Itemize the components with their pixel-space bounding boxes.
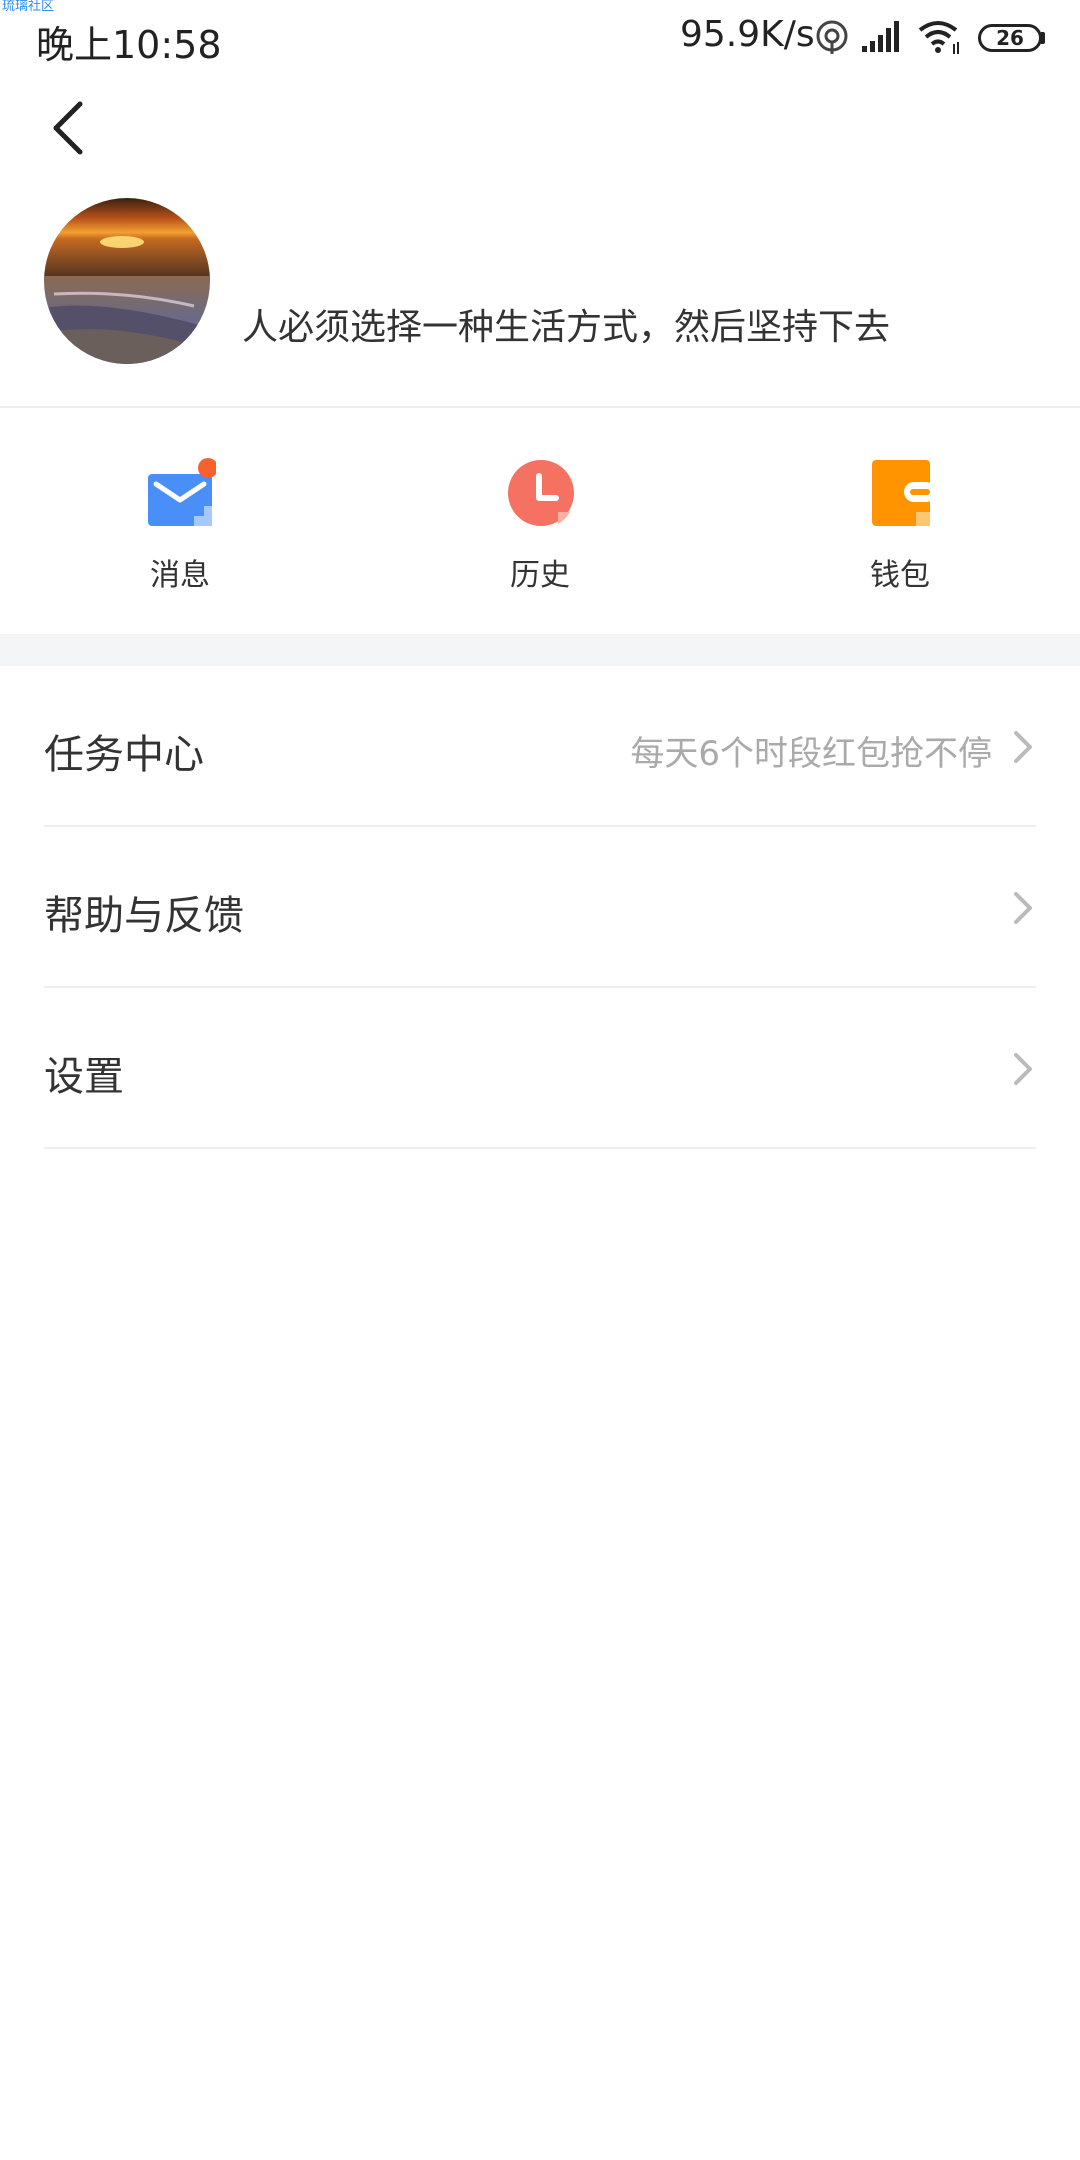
profile-motto: 人必须选择一种生活方式，然后坚持下去 (242, 307, 891, 348)
clock-icon (508, 460, 574, 526)
battery-tip (1041, 32, 1045, 44)
menu-item-label: 设置 (44, 1054, 124, 1100)
menu-item-hint: 每天6个时段红包抢不停 (630, 734, 992, 774)
chevron-right-icon (1014, 892, 1032, 924)
section-gap (0, 634, 1080, 666)
chevron-left-icon (53, 101, 83, 155)
menu-item-task-center[interactable]: 任务中心 每天6个时段红包抢不停 (0, 666, 1080, 827)
mail-icon (148, 458, 216, 526)
quick-action-label: 消息 (150, 558, 210, 593)
avatar[interactable] (44, 198, 210, 364)
quick-action-wallet[interactable]: 钱包 (800, 458, 1000, 598)
status-bar: 晚上10:58 95.9K/s 26 (0, 0, 1080, 80)
quick-action-label: 钱包 (870, 558, 930, 593)
divider (44, 1147, 1036, 1149)
wallet-icon (872, 460, 936, 526)
quick-action-messages[interactable]: 消息 (80, 458, 280, 598)
menu-item-label: 帮助与反馈 (44, 893, 244, 939)
menu-item-settings[interactable]: 设置 (0, 988, 1080, 1149)
signal-icon (862, 21, 899, 52)
avatar-image (44, 198, 210, 364)
back-button[interactable] (40, 92, 100, 162)
chevron-right-icon (1014, 1053, 1032, 1085)
battery-icon: 26 (978, 24, 1042, 52)
quick-actions: 消息 历史 钱包 (0, 408, 1080, 634)
quick-action-history[interactable]: 历史 (440, 458, 640, 598)
quick-action-label: 历史 (510, 558, 570, 593)
network-speed: 95.9K/s (680, 14, 815, 55)
menu-item-label: 任务中心 (44, 732, 204, 778)
chevron-right-icon (1014, 731, 1032, 763)
menu-item-help-feedback[interactable]: 帮助与反馈 (0, 827, 1080, 988)
status-time: 晚上10:58 (36, 23, 222, 67)
hotspot-icon (816, 20, 848, 54)
wifi-icon (918, 21, 959, 54)
